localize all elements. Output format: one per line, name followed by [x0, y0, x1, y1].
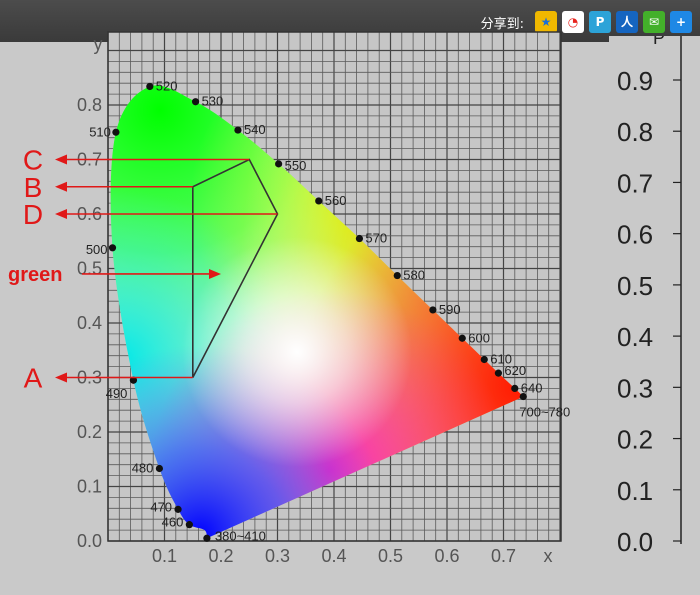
locus-point	[355, 234, 364, 243]
wavelength-label: 520	[156, 78, 178, 93]
marker-label-c: C	[23, 145, 43, 176]
wavelength-label: 470	[150, 499, 172, 514]
locus-point	[275, 160, 283, 168]
locus-point	[429, 306, 437, 314]
right-axis-label: P	[653, 36, 665, 48]
annotation-arrowhead	[55, 154, 67, 165]
y-tick-label: 0.4	[77, 313, 102, 333]
right-axis-tick-label: 0.8	[617, 117, 653, 147]
y-tick-label: 0.8	[77, 95, 102, 115]
wavelength-label: 560	[325, 193, 347, 208]
wavelength-label: 700~780	[519, 405, 570, 420]
chromaticity-diagram: 0.00.10.20.30.40.50.60.70.80.1 0.2 0.3 0.4 0…	[8, 31, 570, 566]
y-tick-label: 0.2	[77, 422, 102, 442]
right-axis-tick-label: 0.9	[617, 66, 653, 96]
x-tick-label: 0.4	[321, 546, 346, 566]
locus-point	[519, 392, 527, 401]
locus-point	[112, 128, 120, 136]
x-tick-label: 0.5	[378, 546, 403, 566]
y-tick-label: 0.0	[77, 531, 102, 551]
right-axis-tick-label: 0.4	[617, 322, 653, 352]
marker-label-a: A	[24, 363, 43, 394]
x-tick-label: 0.7	[491, 546, 516, 566]
wavelength-label: 510	[89, 124, 111, 139]
right-axis-tick-label: 0.0	[617, 527, 653, 557]
wavelength-label: 580	[403, 268, 425, 283]
wavelength-label: 620	[504, 363, 526, 378]
x-tick-label: 0.3	[265, 546, 290, 566]
wavelength-label: 540	[244, 122, 266, 137]
right-axis-tick-label: 0.6	[617, 220, 653, 250]
locus-point	[155, 464, 164, 473]
x-tick-label: 0.2	[208, 546, 233, 566]
right-axis-tick-label: 0.7	[617, 168, 653, 198]
x-tick-label: 0.6	[434, 546, 459, 566]
wavelength-label: 460	[162, 515, 184, 530]
locus-point	[458, 334, 466, 342]
right-axis-tick-label: 0.2	[617, 425, 653, 455]
right-axis-tick-label: 0.1	[617, 476, 653, 506]
right-axis-tick-label: 0.3	[617, 373, 653, 403]
x-axis-label: x	[544, 546, 553, 566]
right-chart-axis: 0.0 0.1 0.2 0.3 0.4 0.5 0.6 0.7 0.8 0.9 P	[617, 28, 682, 557]
marker-label-d: D	[23, 199, 43, 230]
wavelength-label: 550	[285, 158, 307, 173]
wavelength-label: 570	[365, 231, 387, 246]
wavelength-label: 380~410	[215, 528, 266, 543]
locus-point	[480, 355, 488, 364]
locus-point	[203, 534, 211, 542]
locus-point	[191, 98, 200, 106]
wavelength-label: 600	[468, 330, 490, 345]
locus-point	[146, 82, 154, 91]
x-tick-label: 0.1	[152, 546, 177, 566]
wavelength-label: 590	[439, 302, 461, 317]
region-label: green	[8, 264, 62, 286]
annotation-arrowhead	[55, 372, 67, 383]
locus-point	[511, 384, 519, 392]
locus-point	[393, 271, 401, 280]
y-axis-label: y	[94, 34, 103, 54]
annotation-arrowhead	[55, 181, 67, 192]
locus-point	[494, 369, 503, 377]
locus-point	[108, 244, 117, 252]
wavelength-label: 500	[86, 242, 108, 257]
wavelength-label: 480	[132, 461, 154, 476]
y-tick-label: 0.5	[77, 259, 102, 279]
locus-point	[174, 505, 182, 513]
wavelength-label: 490	[106, 386, 128, 401]
locus-point	[234, 126, 242, 134]
y-tick-label: 0.1	[77, 477, 102, 497]
right-axis-tick-label: 0.5	[617, 271, 653, 301]
locus-point	[315, 197, 323, 205]
locus-point	[185, 521, 193, 529]
right-panel: 0.0 0.1 0.2 0.3 0.4 0.5 0.6 0.7 0.8 0.9 P	[609, 28, 700, 590]
wavelength-label: 530	[202, 94, 224, 109]
annotation-arrowhead	[55, 209, 67, 219]
